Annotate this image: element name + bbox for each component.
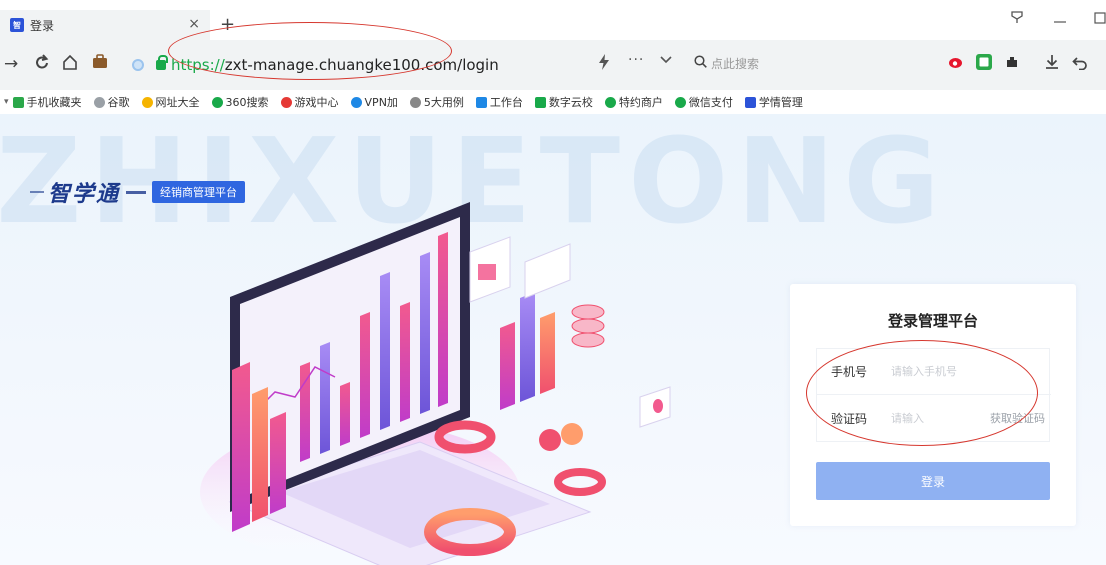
database-icon xyxy=(571,332,605,348)
usecase-icon xyxy=(409,96,421,108)
wechat-pay-icon xyxy=(674,96,686,108)
workbench-icon xyxy=(475,96,487,108)
lightning-icon[interactable] xyxy=(598,54,610,74)
wallet-icon[interactable] xyxy=(92,54,108,75)
screen-bar xyxy=(438,232,448,407)
bookmark-vpn[interactable]: VPN加 xyxy=(350,94,398,110)
database-icon xyxy=(571,318,605,334)
bookmarks-bar: ▾ 手机收藏夹 谷歌 网址大全 360搜索 游戏中心 VPN加 5大用例 工作台 … xyxy=(0,90,1106,114)
bookmark-360[interactable]: 360搜索 xyxy=(211,94,269,110)
screen-bar xyxy=(360,312,370,438)
lock-icon[interactable] xyxy=(156,55,168,70)
screen-bar xyxy=(400,302,410,422)
bookmark-xueqing[interactable]: 学情管理 xyxy=(744,94,803,110)
database-icon xyxy=(571,304,605,320)
brand-accent-line xyxy=(30,191,44,193)
forward-icon[interactable]: → xyxy=(4,54,18,74)
analytics-illustration xyxy=(200,202,671,565)
screen-bar xyxy=(420,252,430,414)
site-favicon-icon: 智 xyxy=(10,18,24,32)
bar-3d xyxy=(520,292,535,402)
tab-login[interactable]: 智 登录 × xyxy=(0,10,210,40)
refresh-icon[interactable] xyxy=(34,54,50,77)
screen-bar xyxy=(340,382,350,446)
bar-3d xyxy=(540,312,555,394)
ball xyxy=(561,423,583,445)
donut-chart xyxy=(554,468,606,496)
navigation-bar: → https:// zxt-manage.chuangke100.com/lo… xyxy=(0,40,1106,90)
bookmark-hao[interactable]: 网址大全 xyxy=(141,94,200,110)
bookmark-game[interactable]: 游戏中心 xyxy=(280,94,339,110)
brand-name: 智学通 xyxy=(48,182,121,207)
card-chart xyxy=(478,264,496,280)
cloud-school-icon xyxy=(534,96,546,108)
minimize-icon[interactable] xyxy=(1054,14,1066,30)
reader-icon[interactable] xyxy=(976,54,992,70)
brand-divider xyxy=(126,190,147,194)
360-icon xyxy=(211,96,223,108)
wechat-pay-icon xyxy=(604,96,616,108)
mobile-icon xyxy=(12,96,24,108)
bookmark-merchant[interactable]: 特约商户 xyxy=(604,94,663,110)
bar-3d xyxy=(252,387,268,522)
search-box[interactable]: 点此搜索 xyxy=(694,50,930,76)
undo-icon[interactable] xyxy=(1072,54,1088,71)
tab-strip: 智 登录 × + xyxy=(0,0,1106,40)
screen-bar xyxy=(320,342,330,454)
search-icon xyxy=(694,54,707,72)
bar-3d xyxy=(500,322,515,410)
game-icon xyxy=(280,96,292,108)
bookmark-usecase[interactable]: 5大用例 xyxy=(409,94,464,110)
more-icon[interactable]: ··· xyxy=(628,52,644,68)
globe-icon xyxy=(93,96,105,108)
bookmark-cloud[interactable]: 数字云校 xyxy=(534,94,593,110)
maximize-icon[interactable] xyxy=(1094,12,1106,28)
ball xyxy=(539,429,561,451)
download-icon[interactable] xyxy=(1044,54,1060,70)
vpn-icon xyxy=(350,96,362,108)
chevron-down-icon[interactable] xyxy=(660,53,672,67)
form-annotation-circle xyxy=(806,340,1038,446)
site-favicon-icon xyxy=(744,96,756,108)
login-page: ZHIXUETONG 智学通 经销商管理平台 登录管理平台 手机号 请输入手机号… xyxy=(0,114,1106,565)
home-icon[interactable] xyxy=(62,54,78,75)
hao-icon xyxy=(141,96,153,108)
screen-bar xyxy=(380,272,390,430)
bookmark-workbench[interactable]: 工作台 xyxy=(475,94,523,110)
bookmark-google[interactable]: 谷歌 xyxy=(93,94,130,110)
search-placeholder: 点此搜索 xyxy=(711,56,760,71)
bar-3d xyxy=(270,412,286,514)
extensions-icon[interactable] xyxy=(1004,54,1020,70)
bookmark-wxpay[interactable]: 微信支付 xyxy=(674,94,733,110)
login-button[interactable]: 登录 xyxy=(816,462,1050,500)
url-annotation-circle xyxy=(168,22,452,80)
site-info-icon[interactable] xyxy=(132,59,144,71)
card-dot xyxy=(653,399,663,413)
close-tab-icon[interactable]: × xyxy=(188,16,200,32)
bookmark-mobile[interactable]: ▾ 手机收藏夹 xyxy=(4,94,82,110)
tab-title: 登录 xyxy=(30,18,55,33)
weibo-icon[interactable] xyxy=(948,54,964,70)
login-title: 登录管理平台 xyxy=(887,312,978,330)
bar-3d xyxy=(232,362,250,532)
floating-card xyxy=(524,243,571,299)
pin-icon[interactable] xyxy=(1010,10,1024,28)
